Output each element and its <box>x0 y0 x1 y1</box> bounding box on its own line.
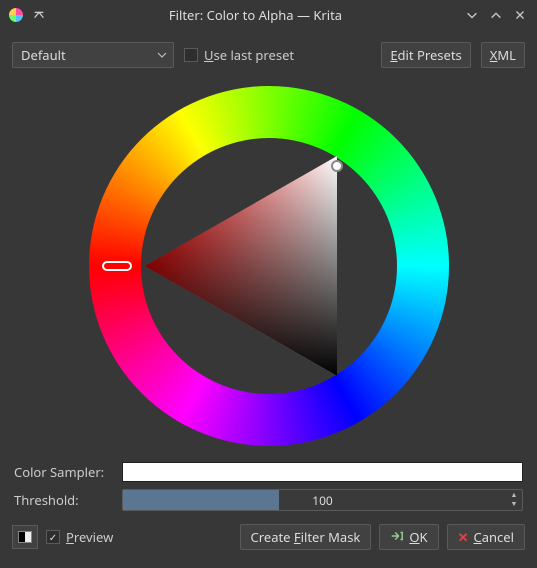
hue-marker[interactable] <box>102 261 132 271</box>
ok-button[interactable]: OK <box>379 524 438 550</box>
color-sampler-label: Color Sampler: <box>14 463 114 481</box>
titlebar: Filter: Color to Alpha — Krita <box>0 0 537 30</box>
edit-presets-button[interactable]: Edit Presets <box>381 42 470 68</box>
preview-checkbox[interactable]: ✓ Preview <box>46 528 113 546</box>
preset-combo-value: Default <box>21 46 66 64</box>
threshold-value: 100 <box>123 490 522 510</box>
threshold-slider[interactable]: 100 ▲ ▼ <box>122 489 523 511</box>
preset-combo[interactable]: Default <box>12 42 174 68</box>
split-preview-icon <box>18 531 32 543</box>
color-picker <box>0 74 537 454</box>
toolbar: Default Use last preset Edit Presets XML <box>0 30 537 74</box>
threshold-label: Threshold: <box>14 491 114 509</box>
spin-up-icon[interactable]: ▲ <box>507 491 521 500</box>
cancel-button[interactable]: ✕ Cancel <box>447 524 525 550</box>
xml-button[interactable]: XML <box>481 42 525 68</box>
minimize-icon[interactable] <box>463 6 481 24</box>
ok-icon <box>390 528 404 546</box>
color-wheel[interactable] <box>89 86 449 446</box>
close-icon[interactable] <box>511 6 529 24</box>
threshold-row: Threshold: 100 ▲ ▼ <box>14 486 523 514</box>
maximize-icon[interactable] <box>487 6 505 24</box>
chevron-down-icon <box>157 46 167 64</box>
split-preview-button[interactable] <box>12 525 38 549</box>
sv-marker[interactable] <box>331 160 343 172</box>
form-area: Color Sampler: Threshold: 100 ▲ ▼ <box>0 454 537 514</box>
color-sampler-swatch[interactable] <box>122 462 523 482</box>
app-icon <box>8 7 24 23</box>
window-title: Filter: Color to Alpha — Krita <box>54 6 457 24</box>
use-last-preset-label: Use last preset <box>204 46 294 64</box>
bottombar: ✓ Preview Create Filter Mask OK ✕ Cancel <box>0 514 537 560</box>
checkbox-box <box>184 48 198 62</box>
cancel-icon: ✕ <box>458 528 469 546</box>
use-last-preset-checkbox[interactable]: Use last preset <box>184 46 294 64</box>
checkbox-box: ✓ <box>46 530 60 544</box>
collapse-up-icon[interactable] <box>30 6 48 24</box>
spin-down-icon[interactable]: ▼ <box>507 500 521 509</box>
sv-triangle[interactable] <box>141 138 397 394</box>
threshold-spin[interactable]: ▲ ▼ <box>507 491 521 509</box>
create-filter-mask-button[interactable]: Create Filter Mask <box>240 524 372 550</box>
preview-label: Preview <box>66 528 113 546</box>
color-sampler-row: Color Sampler: <box>14 458 523 486</box>
